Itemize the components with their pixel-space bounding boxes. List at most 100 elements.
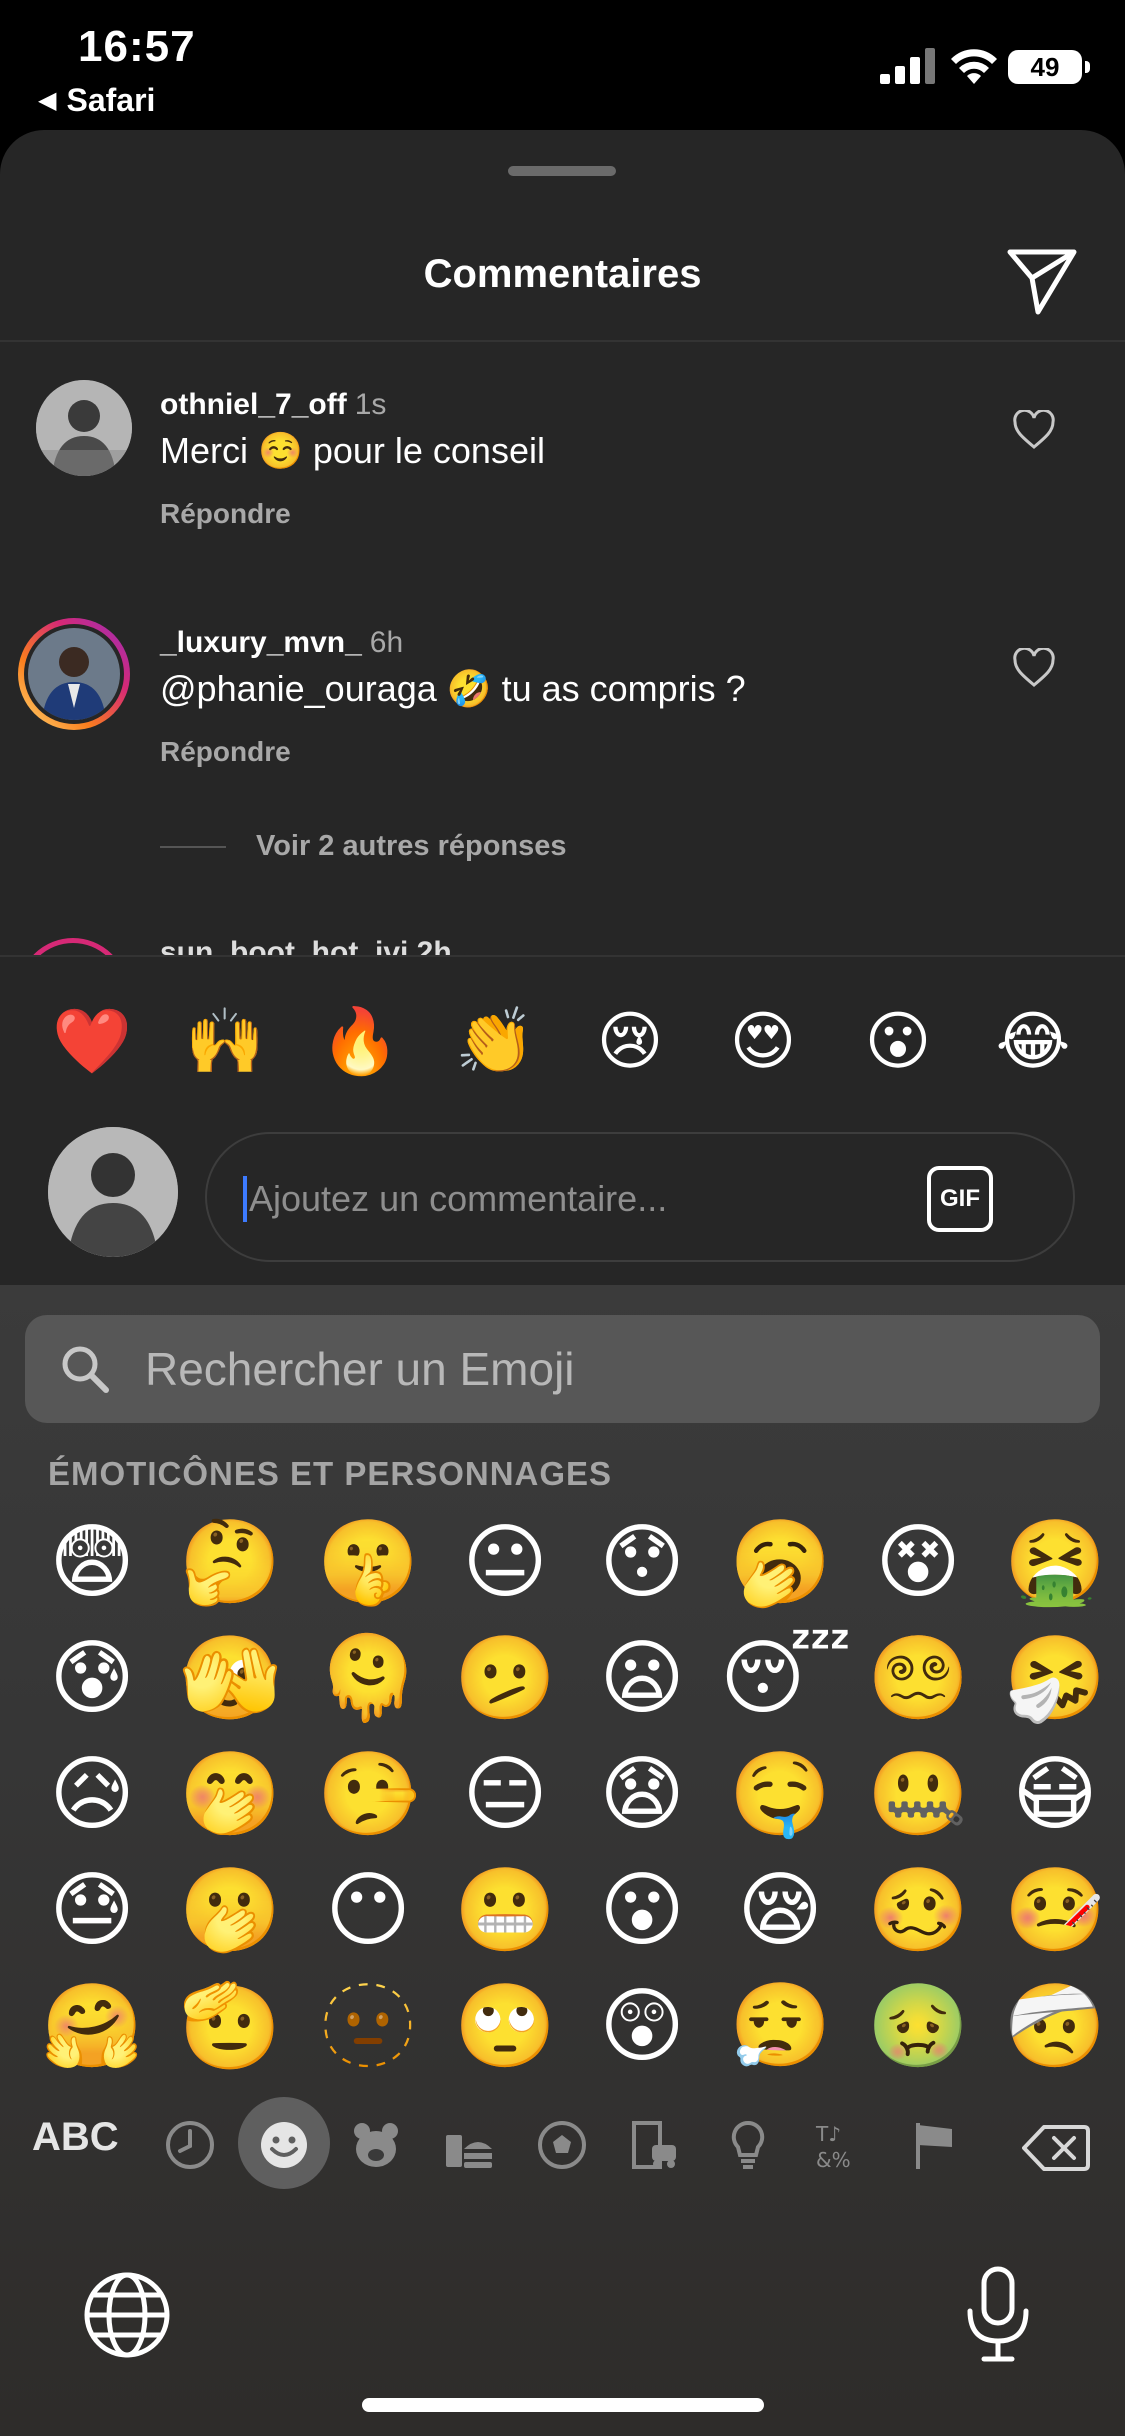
emoji-key[interactable]: 🤒 [995,1853,1115,1969]
like-heart-icon[interactable] [1012,648,1056,688]
emoji-key[interactable]: 🫡 [170,1969,290,2085]
search-icon [62,1346,109,1393]
emoji-key[interactable]: 🤗 [32,1969,152,2085]
emoji-key[interactable]: 😮‍💨 [720,1969,840,2085]
emoji-key[interactable]: 🥱 [720,1505,840,1621]
microphone-icon[interactable] [960,2265,1036,2365]
emoji-key[interactable]: 🙄 [445,1969,565,2085]
emoji-key[interactable]: 😬 [445,1853,565,1969]
smileys-icon[interactable] [256,2117,312,2173]
emoji-key[interactable]: 😓 [32,1853,152,1969]
more-replies-label: Voir 2 autres réponses [256,830,567,862]
send-icon[interactable] [1002,240,1082,320]
like-heart-icon[interactable] [1012,410,1056,450]
emoji-key[interactable]: 🤢 [858,1969,978,2085]
emoji-key[interactable]: 😶 [308,1853,428,1969]
header-divider [0,340,1125,342]
username-text: _luxury_mvn_ [160,626,362,659]
emoji-key[interactable]: 🫣 [170,1621,290,1737]
emoji-row: 😓 🫢 😶 😬 😮 😪 🥴 🤒 [20,1853,1110,1969]
emoji-key[interactable]: 🤤 [720,1737,840,1853]
emoji-key[interactable]: 🫤 [445,1621,565,1737]
reaction-laughing[interactable]: 😂 [993,1002,1073,1082]
reaction-fire[interactable]: 🔥 [320,1002,400,1082]
emoji-key[interactable]: 🤐 [858,1737,978,1853]
gif-button[interactable]: GIF [927,1166,993,1232]
emoji-key[interactable]: 😪 [720,1853,840,1969]
emoji-category-bar: ABC T♪ &% [0,2095,1125,2195]
reaction-crying[interactable]: 😢 [590,1002,670,1082]
comment-username[interactable]: othniel_7_off 1s [160,388,386,422]
food-icon[interactable] [440,2117,496,2173]
reply-button[interactable]: Répondre [160,498,291,530]
emoji-key[interactable]: 😵‍💫 [858,1621,978,1737]
emoji-key[interactable]: 😐 [445,1505,565,1621]
emoji-key[interactable]: 🤫 [308,1505,428,1621]
sheet-grabber[interactable] [508,166,616,176]
username-text: othniel_7_off [160,388,347,421]
emoji-key[interactable]: 😷 [995,1737,1115,1853]
symbols-icon[interactable]: T♪ &% [812,2117,868,2173]
text-cursor [243,1176,247,1222]
emoji-row: 😥 🤭 🤥 😑 😧 🤤 🤐 😷 [20,1737,1110,1853]
emoji-key[interactable]: 😲 [582,1969,702,2085]
emoji-key[interactable]: 🤕 [995,1969,1115,2085]
emoji-key[interactable]: 🫥 [308,1969,428,2085]
comment-time: 1s [354,388,387,421]
quick-reactions-bar: ❤️ 🙌 🔥 👏 😢 😍 😮 😂 [0,1002,1125,1082]
travel-icon[interactable] [626,2117,682,2173]
emoji-key[interactable]: 😵 [858,1505,978,1621]
emoji-search-bar[interactable] [25,1315,1100,1423]
reaction-clap[interactable]: 👏 [455,1002,535,1082]
replies-line [160,845,226,848]
emoji-key[interactable]: 😮 [582,1853,702,1969]
commenter-avatar[interactable] [36,380,132,476]
emoji-key[interactable]: 😧 [582,1737,702,1853]
emoji-key[interactable]: 😥 [32,1737,152,1853]
home-indicator[interactable] [362,2398,764,2412]
reaction-heart-eyes[interactable]: 😍 [723,1002,803,1082]
emoji-key[interactable]: 🫠 [308,1621,428,1737]
emoji-key[interactable]: 😨 [32,1505,152,1621]
reaction-surprised[interactable]: 😮 [858,1002,938,1082]
emoji-key[interactable]: 🤧 [995,1621,1115,1737]
delete-key-icon[interactable] [1022,2123,1090,2173]
commenter-avatar-story-ring[interactable] [18,618,130,730]
animals-icon[interactable] [348,2117,404,2173]
abc-key[interactable]: ABC [32,2115,119,2160]
reply-button[interactable]: Répondre [160,736,291,768]
back-to-safari-button[interactable]: ◀ Safari [38,82,155,119]
reaction-raised-hands[interactable]: 🙌 [185,1002,265,1082]
emoji-key[interactable]: 😑 [445,1737,565,1853]
emoji-search-input[interactable] [145,1333,1045,1405]
comment-username[interactable]: _luxury_mvn_ 6h [160,626,403,660]
globe-icon[interactable] [82,2270,172,2360]
emoji-key[interactable]: 🤥 [308,1737,428,1853]
flags-icon[interactable] [906,2117,962,2173]
emoji-keyboard: ÉMOTICÔNES ET PERSONNAGES 😨 🤔 🤫 😐 😯 🥱 😵 … [0,1285,1125,2436]
comment-composer: ❤️ 🙌 🔥 👏 😢 😍 😮 😂 GIF [0,955,1125,1285]
emoji-key[interactable]: 🥴 [858,1853,978,1969]
objects-icon[interactable] [720,2117,776,2173]
reaction-heart[interactable]: ❤️ [52,1002,132,1082]
activity-icon[interactable] [534,2117,590,2173]
emoji-key[interactable]: 😰 [32,1621,152,1737]
back-app-label: Safari [66,82,156,118]
my-avatar [48,1127,178,1257]
emoji-key[interactable]: 😴 [720,1621,852,1737]
view-more-replies-button[interactable]: Voir 2 autres réponses [160,830,567,863]
emoji-key[interactable]: 🤔 [170,1505,290,1621]
emoji-key[interactable]: 😦 [582,1621,702,1737]
emoji-key[interactable]: 🤮 [995,1505,1115,1621]
emoji-key[interactable]: 🤭 [170,1737,290,1853]
emoji-key[interactable]: 🫢 [170,1853,290,1969]
comment-field[interactable]: GIF [205,1132,1075,1262]
emoji-grid: 😨 🤔 🤫 😐 😯 🥱 😵 🤮 😰 🫣 🫠 🫤 😦 😴 😵‍💫 🤧 😥 🤭 🤥 … [20,1505,1110,2085]
recent-icon[interactable] [162,2117,218,2173]
emoji-key[interactable]: 😯 [582,1505,702,1621]
avatar-photo-icon [28,628,120,720]
comment-input[interactable] [249,1164,929,1234]
svg-text:T♪: T♪ [815,2122,841,2146]
comment-time: 6h [369,626,404,659]
avatar-photo-icon [48,1127,178,1257]
